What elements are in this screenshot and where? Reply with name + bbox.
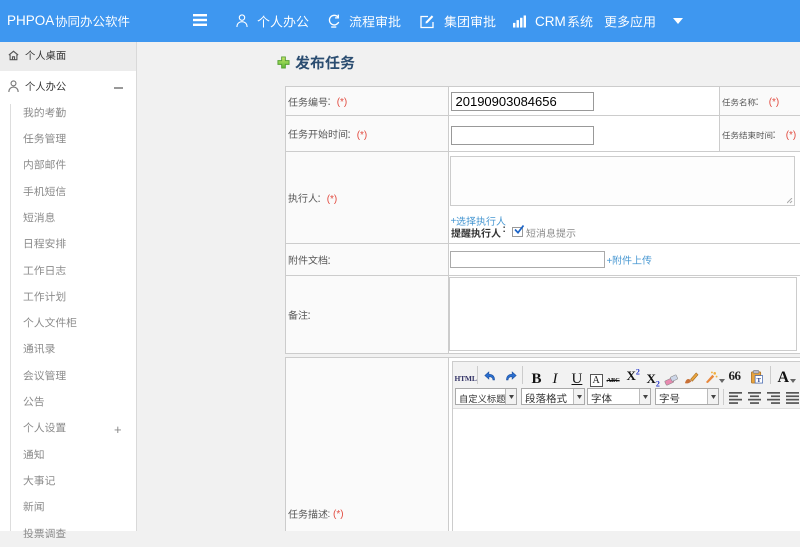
svg-text:T: T	[756, 376, 761, 383]
